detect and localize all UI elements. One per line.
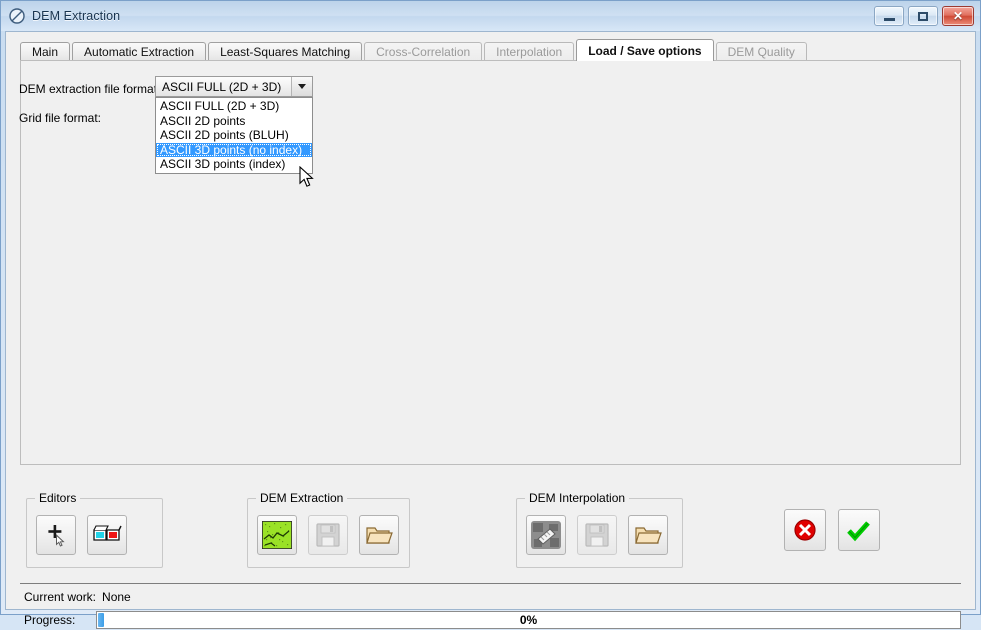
progress-label: Progress: [24,613,76,627]
editors-group: Editors [26,491,163,568]
dem-interpolation-group-title: DEM Interpolation [525,491,630,505]
save-extraction-button [308,515,348,555]
dem-interpolation-group: DEM Interpolation [516,491,683,568]
chevron-down-icon[interactable] [291,77,312,96]
open-folder-icon [366,527,393,544]
tab-dem-quality: DEM Quality [715,42,807,61]
save-interpolation-button [577,515,617,555]
dem-format-dropdown-list[interactable]: ASCII FULL (2D + 3D) ASCII 2D points ASC… [155,97,313,174]
grid-format-label: Grid file format: [19,111,102,125]
gray-terrain-icon [531,521,561,549]
green-terrain-icon [262,521,292,549]
dem-format-label: DEM extraction file format: [19,82,161,96]
tab-load-save-options[interactable]: Load / Save options [576,39,714,61]
tab-cross-correlation: Cross-Correlation [364,42,483,61]
current-work-label: Current work: [24,590,97,604]
dem-circle-slash-icon [8,7,26,25]
dropdown-option-ascii-3d-points-no-index[interactable]: ASCII 3D points (no index) [156,142,312,158]
close-button[interactable]: ✕ [942,6,974,26]
editors-buttons [36,515,127,555]
tab-automatic-extraction[interactable]: Automatic Extraction [72,42,207,61]
dem-extraction-group-title: DEM Extraction [256,491,348,505]
open-folder-icon [635,527,662,544]
minimize-button[interactable] [874,6,904,26]
dropdown-option-ascii-full[interactable]: ASCII FULL (2D + 3D) [156,99,312,114]
open-interpolation-button[interactable] [628,515,668,555]
red-cancel-icon [794,519,816,541]
maximize-button[interactable] [908,6,938,26]
status-separator [20,583,961,584]
dem-interpolation-buttons [526,515,668,555]
current-work-row: Current work: None [24,590,131,604]
stereo-editor-button[interactable] [87,515,127,555]
tab-strip: Main Automatic Extraction Least-Squares … [20,39,965,61]
dem-extraction-buttons [257,515,399,555]
anaglyph-glasses-icon [93,525,122,541]
current-work-value: None [102,590,131,604]
close-icon: ✕ [952,9,964,23]
minimize-icon [883,18,895,21]
maximize-icon [918,11,928,21]
client-area: Main Automatic Extraction Least-Squares … [5,31,976,629]
progress-bar-fill [98,613,104,627]
plus-cursor-icon [48,525,65,547]
dropdown-option-ascii-2d-points-bluh[interactable]: ASCII 2D points (BLUH) [156,128,312,143]
progress-bar: 0% [96,611,961,629]
open-extraction-button[interactable] [359,515,399,555]
progress-bar-text: 0% [519,613,538,627]
dem-extraction-group: DEM Extraction [247,491,410,568]
dem-extraction-window: DEM Extraction ✕ Main Automatic Extracti… [0,0,981,629]
window-controls: ✕ [874,6,974,26]
run-extraction-button[interactable] [257,515,297,555]
dropdown-option-ascii-3d-points-index[interactable]: ASCII 3D points (index) [156,157,312,172]
progress-row: Progress: 0% [24,610,961,630]
tab-main[interactable]: Main [20,42,71,61]
editors-group-title: Editors [35,491,81,505]
dropdown-option-ascii-2d-points[interactable]: ASCII 2D points [156,114,312,129]
window-title: DEM Extraction [32,9,121,23]
tab-least-squares-matching[interactable]: Least-Squares Matching [208,42,363,61]
dem-format-combobox-value: ASCII FULL (2D + 3D) [162,79,282,94]
green-check-icon [847,521,870,542]
cancel-button[interactable] [784,509,826,551]
add-point-editor-button[interactable] [36,515,76,555]
run-interpolation-button[interactable] [526,515,566,555]
tab-interpolation: Interpolation [484,42,575,61]
floppy-save-icon [585,523,609,547]
dem-format-combobox[interactable]: ASCII FULL (2D + 3D) [155,76,313,97]
title-bar[interactable]: DEM Extraction ✕ [1,1,980,31]
floppy-save-icon [316,523,340,547]
ok-button[interactable] [838,509,880,551]
